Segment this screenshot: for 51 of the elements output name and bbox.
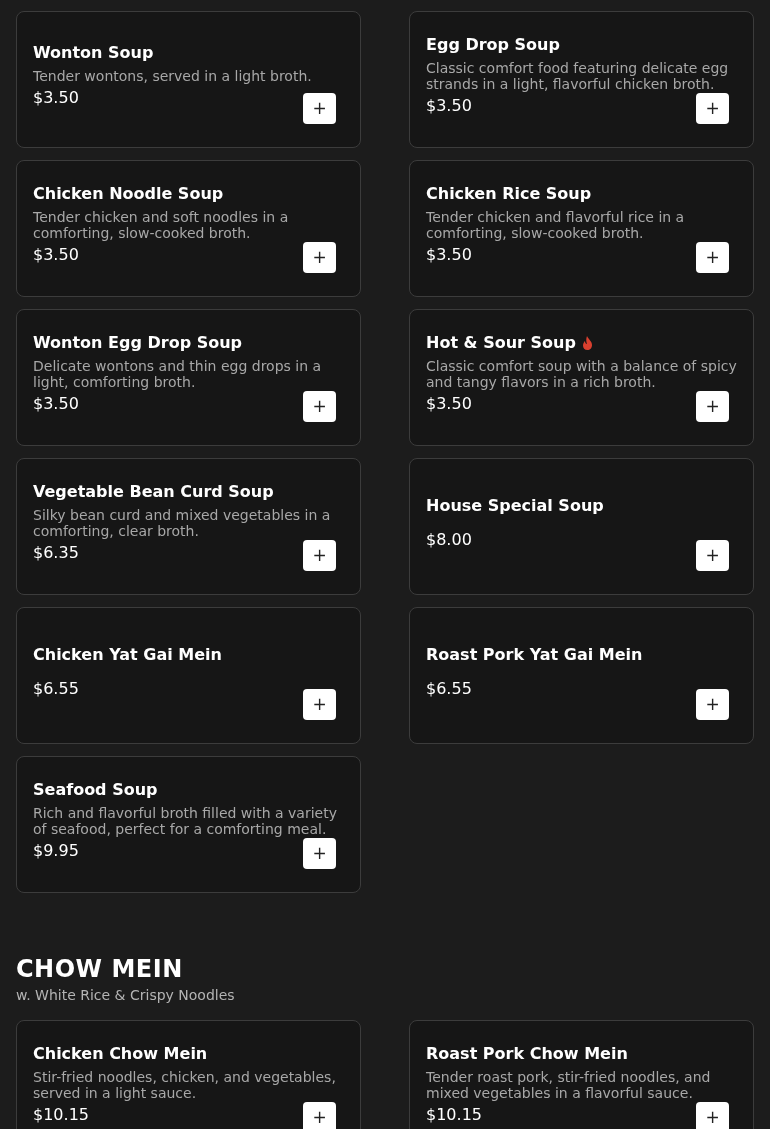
- dish-description: Classic comfort food featuring delicate egg strands in a light, flavorful chicken broth.: [426, 60, 730, 92]
- dish-description: Classic comfort soup with a balance of spicy and tangy flavors in a rich broth.: [426, 358, 737, 390]
- dish-name: Chicken Rice Soup: [426, 184, 592, 204]
- price: $9.95: [33, 841, 79, 861]
- dish-name: Roast Pork Yat Gai Mein: [426, 644, 643, 665]
- add-button[interactable]: +: [696, 242, 729, 273]
- dish-description: Tender roast pork, stir-fried noodles, and mixed vegetables in a flavorful sauce.: [426, 1069, 712, 1101]
- price: $6.55: [426, 678, 472, 699]
- add-button[interactable]: +: [696, 391, 729, 422]
- add-button[interactable]: +: [303, 93, 336, 124]
- dish-description: Rich and flavorful broth filled with a variety of seafood, perfect for a comforting meal.: [33, 805, 338, 837]
- dish-name: Roast Pork Chow Mein: [426, 1044, 628, 1064]
- dish-description: Tender wontons, served in a light broth.: [33, 68, 313, 84]
- dish-name: Egg Drop Soup: [426, 35, 560, 55]
- price: $3.50: [426, 394, 472, 414]
- add-button[interactable]: +: [303, 838, 336, 869]
- add-button[interactable]: +: [303, 391, 336, 422]
- price: $8.00: [426, 529, 472, 550]
- dish-name: Chicken Chow Mein: [33, 1044, 208, 1064]
- add-button[interactable]: +: [303, 689, 336, 720]
- price: $10.15: [33, 1105, 89, 1125]
- add-button[interactable]: +: [303, 242, 336, 273]
- dish-description: Delicate wontons and thin egg drops in a light, comforting broth.: [33, 358, 323, 390]
- dish-name: House Special Soup: [426, 495, 604, 516]
- price: $3.50: [33, 394, 79, 414]
- price: $3.50: [33, 88, 79, 108]
- dish-name: Vegetable Bean Curd Soup: [33, 482, 274, 502]
- section-subtitle: w. White Rice & Crispy Noodles: [16, 986, 236, 1004]
- add-button[interactable]: +: [696, 689, 729, 720]
- dish-name: Wonton Egg Drop Soup: [33, 333, 242, 353]
- add-button[interactable]: +: [696, 540, 729, 571]
- dish-description: Tender chicken and soft noodles in a comforting, slow-cooked broth.: [33, 209, 290, 241]
- add-button[interactable]: +: [696, 93, 729, 124]
- section-title: CHOW MEIN: [16, 955, 184, 983]
- dish-name: Chicken Yat Gai Mein: [33, 644, 222, 665]
- price: $10.15: [426, 1105, 482, 1125]
- price: $3.50: [33, 245, 79, 265]
- price: $6.35: [33, 543, 79, 563]
- price: $3.50: [426, 96, 472, 116]
- add-button[interactable]: +: [696, 1102, 729, 1129]
- price: $6.55: [33, 678, 79, 699]
- add-button[interactable]: +: [303, 540, 336, 571]
- add-button[interactable]: +: [303, 1102, 336, 1129]
- dish-name: Seafood Soup: [33, 780, 158, 800]
- price: $3.50: [426, 245, 472, 265]
- dish-name: Hot & Sour Soup: [426, 333, 576, 353]
- dish-description: Tender chicken and flavorful rice in a comforting, slow-cooked broth.: [426, 209, 686, 241]
- dish-description: Stir-fried noodles, chicken, and vegetables, served in a light sauce.: [33, 1069, 337, 1101]
- dish-name: Wonton Soup: [33, 43, 154, 63]
- dish-description: Silky bean curd and mixed vegetables in a comforting, clear broth.: [33, 507, 332, 539]
- dish-name: Chicken Noodle Soup: [33, 184, 224, 204]
